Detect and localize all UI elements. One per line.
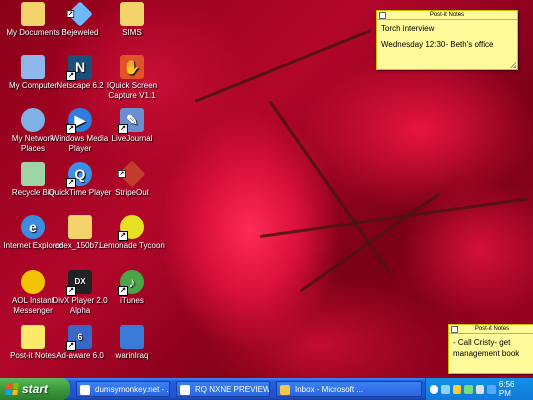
sticky-note[interactable]: Post-it Notes Torch interview Wednesday … [376, 10, 518, 70]
icon-label: SIMS [122, 28, 142, 37]
shortcut-arrow-icon: ↗ [66, 178, 76, 188]
note-title-bar[interactable]: Post-it Notes [449, 325, 533, 334]
media-tray-icon[interactable] [464, 384, 473, 394]
adaware-icon: 6 ↗ [66, 325, 92, 351]
clock[interactable]: 6:56 PM [499, 380, 533, 398]
desktop-icon-itunes[interactable]: ♪ ↗ iTunes [99, 270, 165, 306]
icon-label: warinIraq [115, 351, 149, 360]
desktop-icon-iquick-screen-capture[interactable]: ✋ IQuick Screen Capture V1.1 [99, 55, 165, 101]
hand-icon: ✋ [120, 55, 144, 79]
resize-grip-icon[interactable] [510, 62, 516, 68]
icon-label: LiveJournal [111, 134, 153, 143]
desktop-icon-stripeout[interactable]: ↗ StripeOut [99, 160, 165, 198]
media-player-icon: ▶ ↗ [66, 108, 92, 134]
gem-icon: ↗ [66, 1, 93, 27]
close-icon[interactable] [451, 326, 458, 333]
wallpaper-branch [194, 28, 372, 103]
outlook-icon [280, 385, 290, 395]
shortcut-arrow-icon: ↗ [66, 124, 76, 134]
shortcut-arrow-icon: ↗ [66, 71, 76, 81]
sticky-note[interactable]: Post-it Notes - Call Cristy- get managem… [448, 324, 533, 374]
browser-icon [80, 385, 90, 395]
note-body[interactable]: Torch interview Wednesday 12:30- Beth's … [377, 20, 517, 53]
note-brand: Post-it Notes [474, 326, 510, 332]
wallpaper-branch [259, 197, 528, 238]
desktop-icon-sims[interactable]: SIMS [99, 2, 165, 38]
taskbar-button-label: Inbox - Microsoft ... [295, 385, 364, 394]
note-body[interactable]: - Call Cristy- get management book [449, 334, 533, 362]
system-tray: 6:56 PM [425, 378, 533, 400]
recycle-bin-icon [21, 162, 45, 186]
stripeout-icon: ↗ [117, 160, 146, 188]
expand-tray-icon[interactable] [430, 384, 439, 394]
icon-label: IQuick Screen Capture V1.1 [106, 81, 158, 100]
shortcut-arrow-icon: ↗ [66, 286, 76, 296]
windows-logo-icon [5, 383, 19, 395]
desktop-icon-livejournal[interactable]: ✎ ↗ LiveJournal [99, 108, 165, 144]
network-tray-icon[interactable] [441, 384, 450, 394]
folder-icon [21, 2, 45, 26]
lemon-icon: ↗ [118, 215, 144, 241]
volume-icon[interactable] [475, 384, 485, 394]
pencil-icon: ✎ ↗ [118, 108, 144, 134]
start-button[interactable]: start [0, 378, 70, 400]
note-line: Torch interview [381, 24, 435, 33]
computer-icon [21, 55, 45, 79]
taskbar: start dumsymonkey.net - ... RQ NXNE PREV… [0, 378, 533, 400]
netscape-icon: N ↗ [66, 55, 92, 81]
icon-label: iTunes [120, 296, 144, 305]
ie-icon: e [21, 215, 45, 239]
icon-label: cdex_150b7... [54, 241, 106, 250]
taskbar-button[interactable]: RQ NXNE PREVIEW - ... [176, 381, 270, 397]
wallpaper-branch [299, 192, 441, 293]
close-icon[interactable] [379, 12, 386, 19]
taskbar-button-label: dumsymonkey.net - ... [95, 385, 170, 394]
icon-label: Bejeweled [61, 28, 99, 37]
start-label: start [22, 382, 49, 396]
icon-label: Lemonade Tycoon [99, 241, 165, 250]
app-icon [120, 325, 144, 349]
network-icon [21, 108, 45, 132]
quicktime-icon: Q ↗ [66, 162, 92, 188]
aim-icon [21, 270, 45, 294]
icon-label: Ad-aware 6.0 [56, 351, 104, 360]
postit-icon [21, 325, 45, 349]
shortcut-arrow-icon: ↗ [118, 231, 128, 241]
taskbar-button[interactable]: dumsymonkey.net - ... [76, 381, 170, 397]
shortcut-arrow-icon: ↗ [117, 170, 126, 178]
note-line: - Call Cristy- get management book [453, 338, 520, 358]
wallpaper-branch [268, 100, 392, 275]
taskbar-button-label: RQ NXNE PREVIEW - ... [195, 385, 270, 394]
messenger-tray-icon[interactable] [487, 384, 496, 394]
itunes-icon: ♪ ↗ [118, 270, 144, 296]
divx-icon: DX ↗ [66, 270, 92, 296]
icon-label: StripeOut [115, 188, 149, 197]
shortcut-arrow-icon: ↗ [118, 124, 128, 134]
desktop-icon-warinIraq[interactable]: warinIraq [99, 325, 165, 361]
note-line: Wednesday 12:30- Beth's office [381, 40, 494, 49]
note-brand: Post-it Notes [429, 12, 465, 18]
folder-icon [120, 2, 144, 26]
antivirus-tray-icon[interactable] [452, 384, 462, 394]
folder-icon [68, 215, 92, 239]
desktop[interactable]: My Documents My Computer My Network Plac… [0, 0, 533, 378]
shortcut-arrow-icon: ↗ [118, 286, 128, 296]
note-title-bar[interactable]: Post-it Notes [377, 11, 517, 20]
browser-icon [180, 385, 190, 395]
icon-label: Netscape 6.2 [56, 81, 104, 90]
shortcut-arrow-icon: ↗ [66, 10, 75, 18]
shortcut-arrow-icon: ↗ [66, 341, 76, 351]
taskbar-button[interactable]: Inbox - Microsoft ... [276, 381, 422, 397]
desktop-icon-lemonade-tycoon[interactable]: ↗ Lemonade Tycoon [99, 215, 165, 251]
